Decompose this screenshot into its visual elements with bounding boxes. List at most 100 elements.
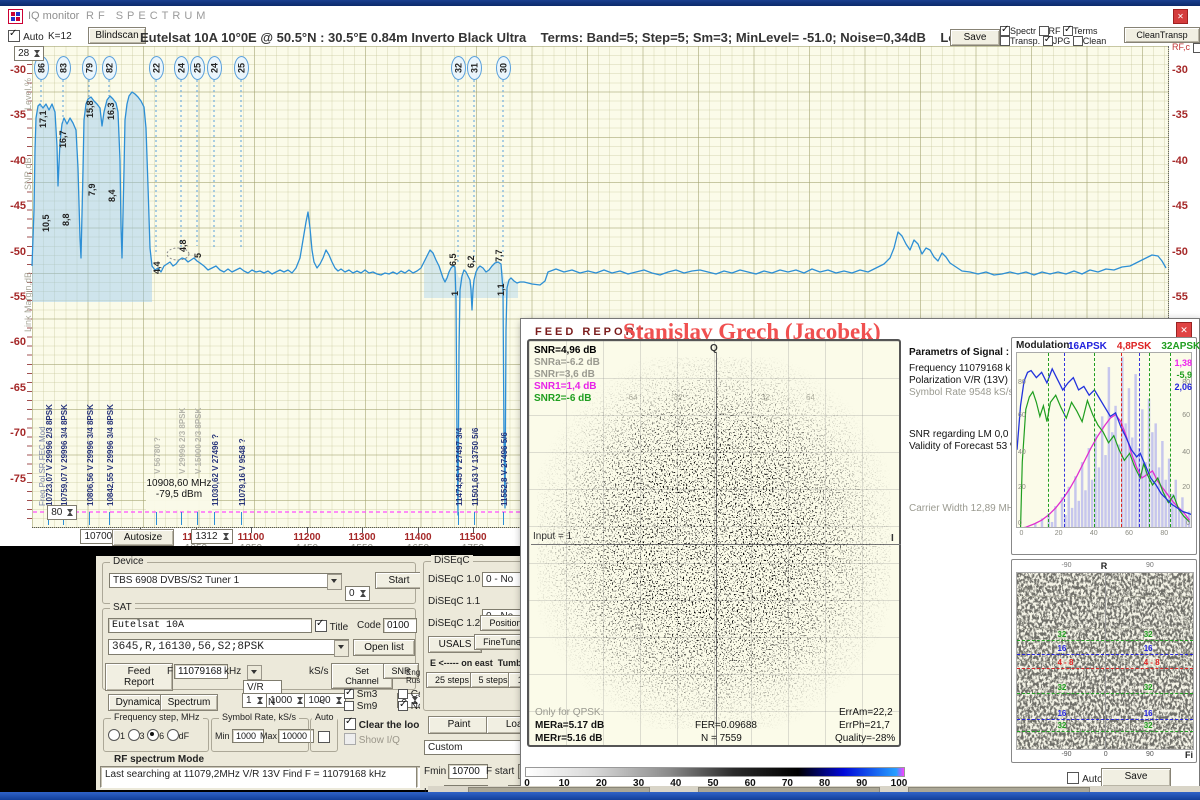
terms-checkbox[interactable] [1063, 26, 1073, 36]
max-field[interactable]: 10000 [278, 729, 314, 743]
param-carrier-width: Carrier Width 12,89 MHz [909, 503, 1019, 514]
page-title: RF SPECTRUM [86, 10, 209, 22]
code-field[interactable]: 0100 [383, 618, 417, 633]
sat-caption: SAT [110, 602, 135, 613]
device-combo-arrow[interactable] [327, 574, 342, 590]
step6-radio[interactable] [147, 729, 159, 741]
stepdf-radio[interactable] [167, 729, 179, 741]
wf-save-button[interactable]: Save [1101, 768, 1171, 787]
noise-checkbox[interactable] [398, 701, 408, 711]
auto-sr-checkbox[interactable] [318, 731, 330, 743]
y-axis-label: -50 [2, 246, 26, 258]
polarization-combo-arrow[interactable] [247, 665, 262, 680]
qpsk-note: Only for QPSK: [535, 707, 603, 718]
terms-label: Terms [1073, 26, 1098, 36]
y-axis-label: -75 [2, 473, 26, 485]
frequency-field[interactable]: 11079168 [174, 664, 228, 679]
calibr-checkbox[interactable] [398, 689, 408, 699]
y-axis-label-right: -35 [1172, 109, 1198, 121]
param-snr-lm: SNR regarding LM 0,0 dB [909, 429, 1024, 440]
save-button[interactable]: Save [950, 29, 1000, 46]
auto-sr-group: Auto [310, 718, 338, 752]
east-label: E <----- on east [430, 658, 493, 668]
r-axis-label: R [1101, 561, 1108, 571]
auto-checkbox[interactable] [8, 30, 20, 42]
constellation-panel: Q I Input = 1 -64-323264 SNR=4,96 dBSNRa… [527, 339, 901, 747]
y-axis-ticks [27, 46, 32, 527]
y-axis-label: -60 [2, 336, 26, 348]
satellite-name-field[interactable]: Eutelsat 10A [108, 618, 312, 633]
y-axis-label: -70 [2, 427, 26, 439]
q-axis-label: Q [710, 343, 718, 354]
transp-checkbox[interactable] [1000, 36, 1010, 46]
wf-auto-checkbox[interactable] [1067, 772, 1079, 784]
y-axis-label: -35 [2, 109, 26, 121]
histogram-bar [1081, 462, 1083, 528]
freqstep-group: Frequency step, MHz 1 3 6 dF [103, 718, 209, 752]
histogram-bar [1161, 441, 1163, 528]
blindscan-button[interactable]: Blindscan [88, 27, 146, 44]
spectrum-button[interactable]: Spectrum [160, 694, 218, 711]
clean-checkbox[interactable] [1073, 36, 1083, 46]
toolbar: Auto K=12 Blindscan Eutelsat 10A 10°0E @… [0, 28, 1200, 46]
bottom-level-spinner[interactable]: 80 [47, 505, 77, 520]
title-checkbox[interactable] [315, 620, 327, 632]
sm3-label: Sm3 [357, 689, 378, 700]
fmin-field[interactable]: 10700 [448, 764, 488, 779]
satellite-info: Eutelsat 10A 10°0E @ 50.5°N : 30.5°E 0.8… [140, 30, 526, 45]
mod-y-label: 0 [1018, 520, 1022, 527]
histogram-bar [1108, 367, 1110, 528]
status-bar: Last searching at 11079,2MHz V/R 13V Fin… [100, 766, 418, 788]
histogram-bar [1114, 406, 1116, 528]
span-spinner[interactable]: 1312 [191, 529, 232, 544]
threshold-line [1139, 353, 1140, 527]
close-icon[interactable]: ✕ [1173, 9, 1188, 24]
titlebar: IQ monitor RF SPECTRUM ✕ [0, 6, 1200, 28]
sm3-checkbox[interactable] [344, 689, 354, 699]
transponder-combo-arrow[interactable] [334, 640, 349, 657]
waterfall-gridline [1017, 661, 1193, 662]
taskbar-strip [0, 792, 1200, 800]
y-axis-label-right: -40 [1172, 155, 1198, 167]
step1-radio[interactable] [108, 729, 120, 741]
threshold-label: 4 - 8 [1144, 658, 1160, 667]
jpg-checkbox[interactable] [1043, 36, 1053, 46]
threshold-label: 16 [1144, 644, 1153, 653]
x-axis-mhz-label: 11200 [285, 532, 329, 543]
showiq-checkbox[interactable] [344, 733, 356, 745]
level-spinner[interactable]: 28 [14, 46, 44, 61]
waterfall-bottom-label: -90 [1061, 751, 1071, 758]
modulation-threshold-line [1017, 719, 1193, 720]
device-group: Device TBS 6908 DVBS/S2 Tuner 1 0 Start [102, 562, 416, 604]
transponder-combo[interactable]: 3645,R,16130,56,S2;8PSK [108, 639, 349, 655]
threshold-label: 32 [1057, 721, 1066, 730]
modulation-threshold-line [1017, 640, 1193, 641]
device-combo[interactable]: TBS 6908 DVBS/S2 Tuner 1 [109, 573, 342, 588]
threshold-label: 32 [1144, 683, 1153, 692]
spectr-checkbox[interactable] [1000, 26, 1010, 36]
sm9-checkbox[interactable] [344, 701, 354, 711]
modulation-plot: 808060604040202000 [1016, 352, 1192, 528]
y-axis-label: -55 [2, 291, 26, 303]
paint-button[interactable]: Paint [428, 716, 490, 734]
step3-radio[interactable] [128, 729, 140, 741]
n1-spinner[interactable]: 1 [242, 693, 267, 708]
i-axis-label: I [891, 533, 894, 544]
title-label: Title [330, 622, 349, 633]
start-button[interactable]: Start [375, 572, 423, 589]
cleantransp-button[interactable]: CleanTransp [1124, 27, 1200, 43]
step6-label: 6 [159, 731, 164, 741]
waterfall-bottom-label: 90 [1146, 751, 1154, 758]
max-label: Max [260, 731, 277, 741]
rfc-checkbox[interactable] [1193, 43, 1200, 53]
modulation-threshold-line [1017, 654, 1193, 655]
x-axis-mhz-label: 11100 [229, 532, 273, 543]
autosize-button[interactable]: Autosize [112, 529, 174, 546]
app-icon [8, 9, 23, 27]
threshold-label: 32 [1144, 721, 1153, 730]
feed-report-button[interactable]: Feed Report [105, 663, 173, 691]
clear-loop-checkbox[interactable] [344, 718, 356, 730]
open-list-button[interactable]: Open list [353, 639, 415, 656]
y-axis-label-right: -50 [1172, 246, 1198, 258]
device-index-spinner[interactable]: 0 [345, 586, 370, 601]
